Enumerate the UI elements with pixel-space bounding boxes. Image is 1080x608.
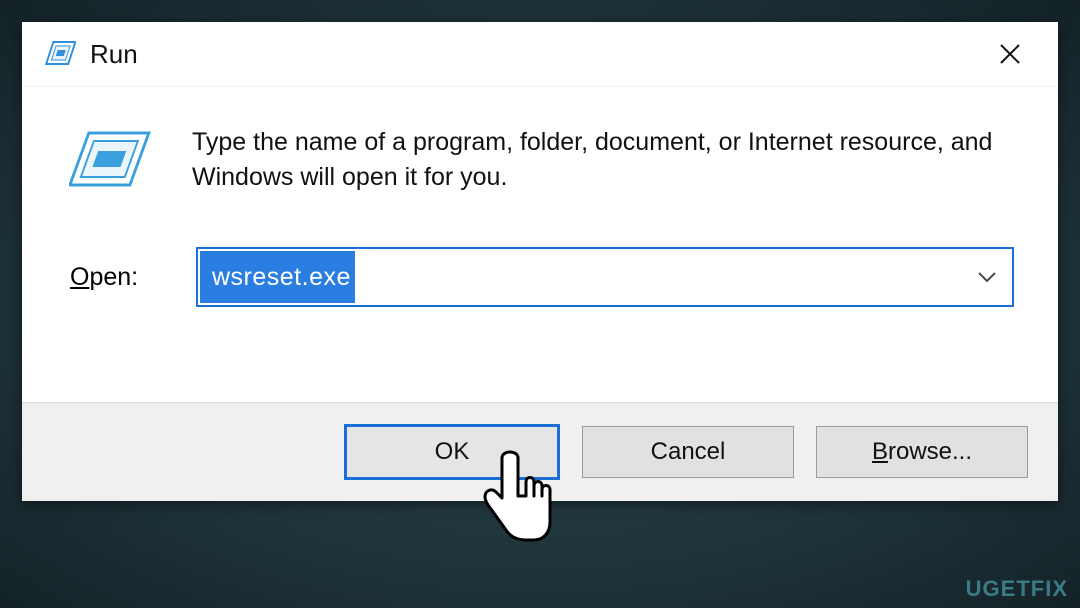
- dropdown-button[interactable]: [962, 270, 1012, 284]
- dialog-body: Type the name of a program, folder, docu…: [22, 87, 1058, 402]
- open-combobox[interactable]: wsreset.exe: [196, 247, 1014, 307]
- dialog-title: Run: [90, 39, 138, 70]
- run-dialog-icon: [66, 123, 158, 199]
- ok-button[interactable]: OK: [344, 424, 560, 480]
- watermark: UGETFIX: [966, 576, 1068, 602]
- browse-button[interactable]: Browse...: [816, 426, 1028, 478]
- open-row: Open: wsreset.exe: [66, 247, 1014, 307]
- run-dialog: Run Type the name of a program, folder, …: [22, 22, 1058, 501]
- close-button[interactable]: [980, 30, 1040, 78]
- chevron-down-icon: [977, 270, 997, 284]
- cancel-button[interactable]: Cancel: [582, 426, 794, 478]
- run-icon: [40, 40, 80, 68]
- close-icon: [998, 42, 1022, 66]
- input-selection: wsreset.exe: [200, 251, 355, 303]
- titlebar: Run: [22, 22, 1058, 87]
- open-label: Open:: [66, 263, 162, 292]
- info-row: Type the name of a program, folder, docu…: [66, 123, 1014, 199]
- info-text: Type the name of a program, folder, docu…: [192, 123, 1014, 195]
- dialog-footer: OK Cancel Browse...: [22, 402, 1058, 501]
